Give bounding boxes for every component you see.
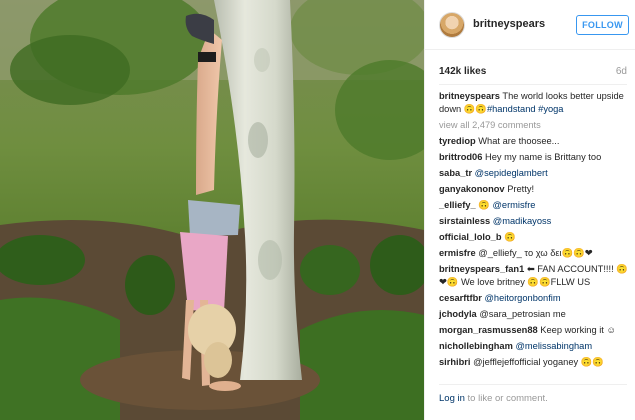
follow-button[interactable]: FOLLOW [576, 15, 629, 35]
comment: ganyakononov Pretty! [439, 183, 629, 196]
caption-username[interactable]: britneyspears [439, 91, 500, 101]
comment: jchodyla @sara_petrosian me [439, 308, 629, 321]
comment-username[interactable]: morgan_rasmussen88 [439, 325, 538, 335]
profile-avatar-icon[interactable] [439, 12, 465, 38]
comment-username[interactable]: britneyspears_fan1 [439, 264, 524, 274]
comments-list: britneyspears The world looks better ups… [439, 90, 629, 372]
comment: official_lolo_b 🙃 [439, 231, 629, 244]
comment-text[interactable]: @heitorgonbonfim [484, 293, 560, 303]
comment-username[interactable]: cesarftfbr [439, 293, 482, 303]
post-photo[interactable] [0, 0, 424, 420]
comment-text: Hey my name is Brittany too [484, 152, 602, 162]
view-all-comments-link[interactable]: view all 2,479 comments [439, 119, 629, 132]
divider [439, 84, 627, 85]
login-prompt-text: to like or comment. [467, 393, 548, 404]
login-link[interactable]: Log in [439, 393, 465, 404]
comment: morgan_rasmussen88 Keep working it ☺ [439, 324, 629, 337]
post-meta: 142k likes 6d [439, 66, 627, 77]
instagram-post: britneyspears FOLLOW 142k likes 6d britn… [0, 0, 635, 420]
comment-username[interactable]: saba_tr [439, 168, 472, 178]
comment-text: @jefflejeffofficial yoganey 🙃🙃 [473, 357, 604, 367]
comment-text: @sara_petrosian me [479, 309, 566, 319]
comment-text[interactable]: @melissabingham [515, 341, 592, 351]
comment-username[interactable]: nichollebingham [439, 341, 513, 351]
comment-text: Pretty! [507, 184, 535, 194]
comment-text[interactable]: @sepideglambert [475, 168, 548, 178]
comment-username[interactable]: sirstainless [439, 216, 490, 226]
handstand-photo [0, 0, 424, 420]
comment: brittrod06 Hey my name is Brittany too [439, 151, 629, 164]
comment-text: @_elliefy_ το χω δει🙃🙃❤ [478, 248, 593, 258]
login-prompt: Log in to like or comment. [439, 393, 548, 404]
comment-username[interactable]: sirhibri [439, 357, 471, 367]
comment-text: What are thoosee... [478, 136, 560, 146]
post-sidebar: britneyspears FOLLOW 142k likes 6d britn… [424, 0, 635, 420]
comment-text[interactable]: @madikayoss [493, 216, 552, 226]
comment: tyrediop What are thoosee... [439, 135, 629, 148]
comment-username[interactable]: jchodyla [439, 309, 477, 319]
comment: saba_tr @sepideglambert [439, 167, 629, 180]
comment-username[interactable]: _elliefy_ [439, 200, 476, 210]
divider [439, 384, 627, 385]
caption-tags[interactable]: #handstand #yoga [487, 104, 564, 114]
comment-username[interactable]: official_lolo_b [439, 232, 502, 242]
comment: sirstainless @madikayoss [439, 215, 629, 228]
comment-username[interactable]: ermisfre [439, 248, 476, 258]
comment: nichollebingham @melissabingham [439, 340, 629, 353]
comment-text: 🙃 [504, 232, 516, 242]
comment: ermisfre @_elliefy_ το χω δει🙃🙃❤ [439, 247, 629, 260]
comment: cesarftfbr @heitorgonbonfim [439, 292, 629, 305]
comment-username[interactable]: ganyakononov [439, 184, 505, 194]
post-age[interactable]: 6d [616, 66, 627, 77]
comment: sirhibri @jefflejeffofficial yoganey 🙃🙃 [439, 356, 629, 369]
comment: britneyspears_fan1 ⬅ FAN ACCOUNT!!!! 🙃❤🙃… [439, 263, 629, 289]
comment-username[interactable]: tyrediop [439, 136, 476, 146]
likes-count[interactable]: 142k likes [439, 66, 486, 77]
comment-text: Keep working it ☺ [540, 325, 616, 335]
comment-username[interactable]: brittrod06 [439, 152, 482, 162]
post-header: britneyspears FOLLOW [425, 0, 635, 50]
comment: _elliefy_ 🙃 @ermisfre [439, 199, 629, 212]
post-username[interactable]: britneyspears [473, 18, 545, 30]
comment-text[interactable]: 🙃 @ermisfre [478, 200, 535, 210]
caption: britneyspears The world looks better ups… [439, 90, 629, 116]
